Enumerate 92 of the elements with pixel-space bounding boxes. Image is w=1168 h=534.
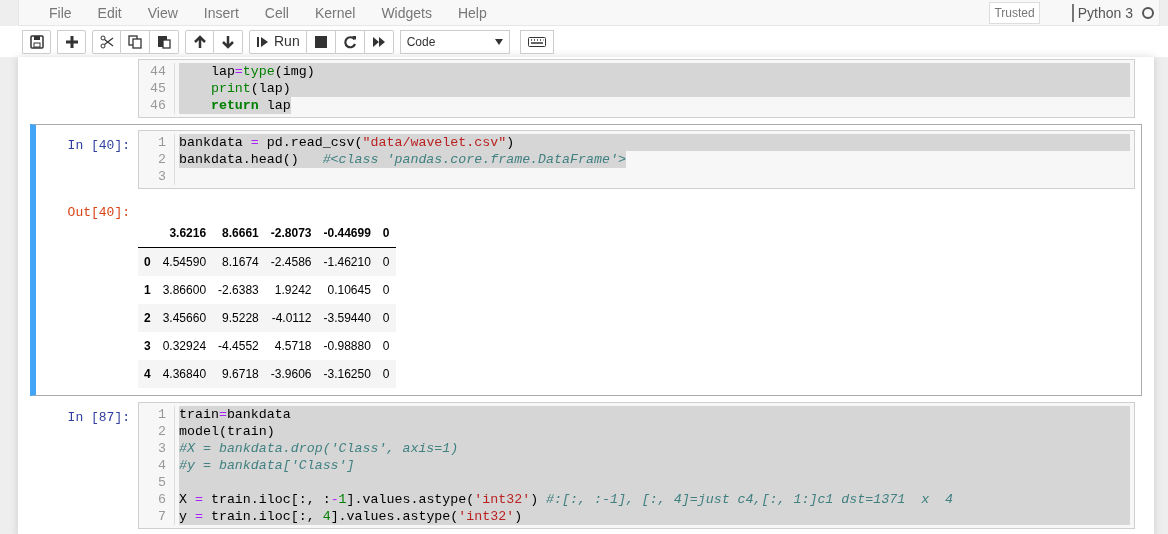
line-number: 3 <box>139 168 175 185</box>
table-cell: 8.1674 <box>212 247 265 276</box>
line-number: 2 <box>139 151 175 168</box>
table-cell: 4.5718 <box>264 332 318 360</box>
line-number: 5 <box>139 474 175 491</box>
line-number: 46 <box>139 97 175 114</box>
code-editor[interactable] <box>138 402 1135 529</box>
table-cell: -2.4586 <box>264 247 318 276</box>
keyboard-icon <box>527 36 546 47</box>
table-cell: 0 <box>376 360 396 388</box>
table-cell: -0.98880 <box>317 332 377 360</box>
output-prompt: Out[40]: <box>67 205 130 220</box>
column-header: -0.44699 <box>317 219 377 248</box>
restart-icon <box>342 34 357 49</box>
line-number: 1 <box>139 134 175 151</box>
caret-icon <box>494 38 503 45</box>
step-icon <box>256 34 270 49</box>
table-cell: -3.9606 <box>264 360 318 388</box>
arrow-up-icon <box>192 34 207 49</box>
plus-icon <box>64 34 79 49</box>
table-cell: 9.5228 <box>212 304 265 332</box>
menu-item[interactable]: Help <box>447 1 503 24</box>
scissors-icon <box>99 34 114 49</box>
column-header: -2.8073 <box>264 219 318 248</box>
keyboard-button[interactable] <box>519 29 554 54</box>
table-cell: 1.9242 <box>264 276 318 304</box>
table-cell: -4.0112 <box>264 304 318 332</box>
table-cell: 4.54590 <box>156 247 213 276</box>
table-cell: -3.59440 <box>317 304 377 332</box>
paste-icon <box>157 34 171 49</box>
line-number: 44 <box>139 63 175 80</box>
row-index: 1 <box>138 276 157 304</box>
row-index: 3 <box>138 332 157 360</box>
table-cell: -3.16250 <box>317 360 377 388</box>
run-button[interactable]: Run <box>249 29 307 54</box>
table-cell: 0 <box>376 332 396 360</box>
menu-item[interactable]: Insert <box>193 1 255 24</box>
save-button[interactable] <box>22 29 51 54</box>
menu-item[interactable]: View <box>137 1 194 24</box>
column-header: 3.6216 <box>156 219 213 248</box>
table-cell: 0 <box>376 247 396 276</box>
column-header: 0 <box>376 219 396 248</box>
line-number: 45 <box>139 80 175 97</box>
cell-type-dropdown[interactable]: Code <box>399 29 510 54</box>
arrow-up-button[interactable] <box>185 29 214 54</box>
table-cell: 0.32924 <box>156 332 213 360</box>
notebook-cell[interactable] <box>30 124 1142 396</box>
table-cell: 3.86600 <box>156 276 213 304</box>
copy-button[interactable] <box>121 29 150 54</box>
notebook-cell[interactable]: 44 lap=type(img) 45 print(lap) 46 return lap <box>30 57 1142 124</box>
line-number: 3 <box>139 440 175 457</box>
arrow-down-button[interactable] <box>214 29 243 54</box>
menu-item[interactable]: Cell <box>254 1 305 24</box>
row-index: 2 <box>138 304 157 332</box>
stop-icon <box>313 34 328 49</box>
menu-item[interactable]: File <box>39 1 88 24</box>
plus-button[interactable] <box>57 29 86 54</box>
row-index: 4 <box>138 360 157 388</box>
table-cell: 0.10645 <box>317 276 377 304</box>
table-cell: 0 <box>376 276 396 304</box>
menu-item[interactable]: Kernel <box>304 1 372 24</box>
column-header: 8.6661 <box>212 219 265 248</box>
line-number: 6 <box>139 491 175 508</box>
table-cell: -1.46210 <box>317 247 377 276</box>
table-cell: -2.6383 <box>212 276 265 304</box>
arrow-down-icon <box>221 34 235 49</box>
line-number: 1 <box>139 406 175 423</box>
paste-button[interactable] <box>150 29 179 54</box>
input-prompt: In [87]: <box>67 410 130 425</box>
trusted-indicator[interactable]: Trusted <box>989 1 1040 24</box>
fast-forward-icon <box>371 34 386 49</box>
table-cell: -4.4552 <box>212 332 265 360</box>
table-cell: 9.6718 <box>212 360 265 388</box>
code-editor[interactable]: 1 bankdata = pd.read_csv("data/wavelet.csv") 2 bankdata.head() #<class 'pandas.core.frame.DataFrame'> 3 <box>138 130 1135 189</box>
input-prompt: In [40]: <box>67 138 130 153</box>
restart-button[interactable] <box>335 29 365 54</box>
table-cell: 4.36840 <box>156 360 213 388</box>
menu-item[interactable]: Edit <box>87 1 138 24</box>
save-icon <box>29 34 44 49</box>
code-editor[interactable]: 44 lap=type(img) 45 print(lap) 46 return lap <box>138 59 1135 118</box>
row-index: 0 <box>138 247 157 276</box>
copy-icon <box>128 34 142 49</box>
stop-button[interactable] <box>306 29 336 54</box>
table-cell: 3.45660 <box>156 304 213 332</box>
line-number: 2 <box>139 423 175 440</box>
table-cell: 0 <box>376 304 396 332</box>
kernel-name[interactable]: Python 3 <box>1071 3 1133 22</box>
menu-item[interactable]: Widgets <box>371 1 448 24</box>
line-number: 4 <box>139 457 175 474</box>
scissors-button[interactable] <box>92 29 121 54</box>
fast-forward-button[interactable] <box>364 29 394 54</box>
line-number: 7 <box>139 508 175 525</box>
